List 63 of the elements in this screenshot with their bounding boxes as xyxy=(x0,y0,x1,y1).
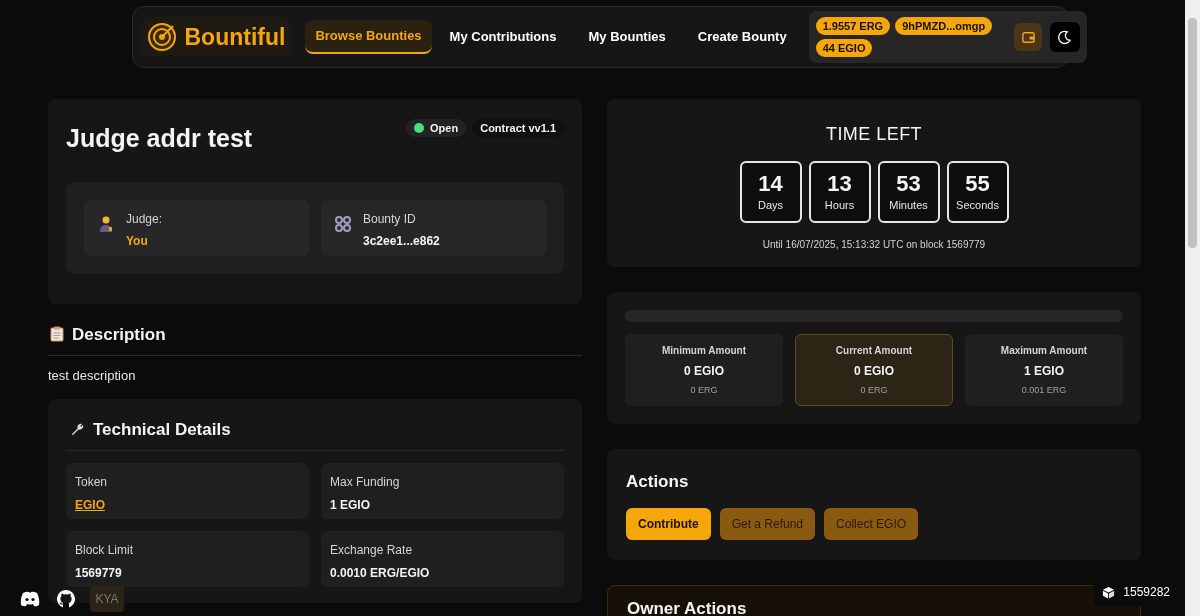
brand-logo[interactable]: Bountiful xyxy=(140,17,292,57)
amount-erg: 0.001 ERG xyxy=(1021,383,1067,397)
block-number: 1559282 xyxy=(1123,584,1170,601)
countdown-value: 53 xyxy=(896,170,921,197)
detail-label: Token xyxy=(75,474,108,491)
detail-label: Exchange Rate xyxy=(330,542,413,559)
nav-tab[interactable]: Create Bounty xyxy=(683,20,801,54)
amount-label: Minimum Amount xyxy=(661,343,747,358)
brand-name: Bountiful xyxy=(184,22,286,52)
amount-label: Current Amount xyxy=(835,343,913,358)
info-value: 3c2ee1...e862 xyxy=(363,232,440,250)
section-heading: Actions xyxy=(626,471,690,493)
contract-badge: Contract vv1.1 xyxy=(472,119,564,137)
token-link[interactable]: EGIO xyxy=(75,496,105,514)
clipboard-icon xyxy=(50,326,64,343)
wallet-badge: 44 EGIO xyxy=(815,39,873,57)
status-label: Open xyxy=(430,120,459,136)
wallet-badge: 1.9557 ERG xyxy=(815,17,891,35)
scrollbar[interactable] xyxy=(1185,0,1200,616)
countdown-value: 55 xyxy=(965,170,990,197)
detail-label: Max Funding xyxy=(330,474,400,491)
wallet-button[interactable] xyxy=(1014,23,1042,51)
info-label: Bounty ID xyxy=(363,210,417,228)
detail-label: Block Limit xyxy=(75,542,133,559)
section-heading: Description xyxy=(72,323,166,346)
cat-icon xyxy=(56,589,76,609)
moon-icon xyxy=(1057,29,1073,45)
amount-token: 0 EGIO xyxy=(684,362,724,380)
nav-tab[interactable]: Browse Bounties xyxy=(305,20,432,54)
section-heading: Owner Actions xyxy=(627,597,748,616)
nav-tab[interactable]: My Contributions xyxy=(435,20,571,54)
detail-value: 0.0010 ERG/EGIO xyxy=(330,565,430,582)
countdown-label: Seconds xyxy=(956,197,999,213)
section-heading: Technical Details xyxy=(93,418,231,441)
countdown-value: 14 xyxy=(758,170,783,197)
game-controller-icon xyxy=(20,591,40,607)
bounty-title: Judge addr test xyxy=(66,123,253,154)
amount-token: 0 EGIO xyxy=(854,362,894,380)
theme-toggle-button[interactable] xyxy=(1049,22,1080,52)
countdown-value: 13 xyxy=(827,170,852,197)
amount-token: 1 EGIO xyxy=(1024,362,1064,380)
action-button[interactable]: Contribute xyxy=(626,507,711,540)
countdown-label: Hours xyxy=(824,197,855,213)
countdown-label: Days xyxy=(757,197,784,213)
info-label: Judge: xyxy=(126,210,163,228)
wrench-icon xyxy=(70,421,85,437)
info-value: You xyxy=(126,232,149,250)
nav-tab[interactable]: My Bounties xyxy=(574,20,680,54)
person-icon xyxy=(98,214,114,233)
wallet-badge: 9hPMZD...omgp xyxy=(895,17,993,35)
cube-icon xyxy=(1102,585,1116,599)
chain-icon xyxy=(335,214,351,233)
amount-erg: 0 ERG xyxy=(690,383,718,397)
target-icon xyxy=(146,22,177,52)
countdown-label: Minutes xyxy=(889,197,928,213)
detail-value: 1 EGIO xyxy=(330,497,370,514)
detail-value: 1569779 xyxy=(75,565,122,582)
deadline-text: Until 16/07/2025, 15:13:32 UTC on block 1569779 xyxy=(762,238,986,252)
description-text: test description xyxy=(48,367,137,385)
amount-erg: 0 ERG xyxy=(860,383,888,397)
amount-label: Maximum Amount xyxy=(1000,343,1088,358)
countdown-title: TIME LEFT xyxy=(825,123,923,146)
wallet-icon xyxy=(1020,29,1036,45)
